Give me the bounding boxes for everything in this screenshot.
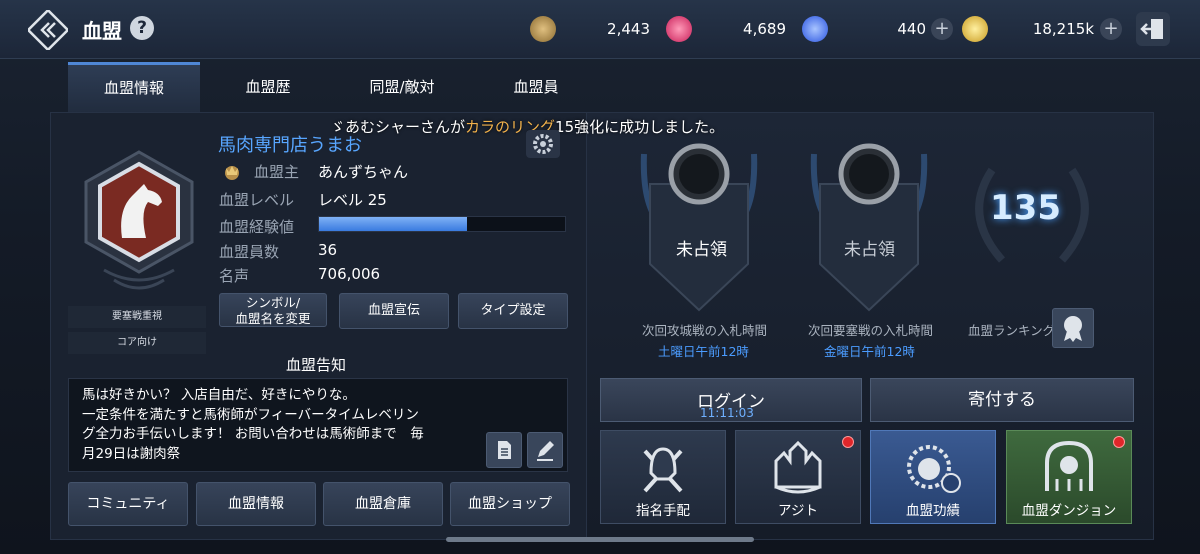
back-arrow-icon: [26, 8, 70, 52]
document-icon: [498, 441, 511, 459]
fortress-status: 未占領: [844, 240, 895, 260]
back-button[interactable]: [26, 8, 70, 52]
members-label: 血盟員数: [219, 243, 280, 261]
tab-clan-history[interactable]: 血盟歴: [202, 62, 334, 110]
settings-button[interactable]: [526, 130, 560, 158]
fortress-caption: 次回要塞戦の入札時間: [808, 323, 934, 338]
exit-door-icon: [1140, 19, 1163, 39]
exit-button[interactable]: [1136, 12, 1170, 46]
clan-tag: コア向け: [68, 332, 206, 354]
clan-info-button[interactable]: 血盟情報: [196, 482, 316, 526]
siege-status: 未占領: [676, 240, 727, 260]
red-gem-count: 4,689: [743, 20, 786, 38]
clan-emblem: [74, 140, 204, 300]
document-button[interactable]: [486, 432, 522, 468]
siege-castle-crest: [640, 134, 758, 312]
promote-button[interactable]: 血盟宣伝: [339, 293, 449, 329]
notification-dot: [1113, 436, 1125, 448]
medal-coin-count: 2,443: [607, 20, 650, 38]
fortress-time: 金曜日午前12時: [824, 344, 915, 359]
login-timer: 11:11:03: [700, 406, 754, 420]
clan-storage-button[interactable]: 血盟倉庫: [323, 482, 443, 526]
donate-button[interactable]: 寄付する: [870, 378, 1134, 422]
announcement-text: 馬は好きかい？ 入店自由だ、好きにやりな。 一定条件を満たすと馬術師がフィーバー…: [82, 387, 424, 462]
siege-caption: 次回攻城戦の入札時間: [642, 323, 768, 338]
helmet-swords-icon: [643, 447, 683, 493]
tab-clan-info[interactable]: 血盟情報: [68, 62, 200, 113]
notification-dot: [842, 436, 854, 448]
ranking-button[interactable]: [1052, 308, 1094, 348]
gold-coin-count: 18,215k: [1032, 20, 1094, 38]
edit-button[interactable]: [527, 432, 563, 468]
ranking-label: 血盟ランキング: [968, 323, 1056, 338]
dungeon-card[interactable]: 血盟ダンジョン: [1006, 430, 1132, 524]
horse-emblem-icon: [84, 150, 194, 290]
page-title: 血盟: [82, 19, 122, 43]
add-gold-button[interactable]: +: [1100, 18, 1122, 40]
type-settings-button[interactable]: タイプ設定: [458, 293, 568, 329]
red-gem-icon: [666, 16, 692, 42]
gear-icon: [533, 134, 553, 154]
add-blue-gem-button[interactable]: +: [931, 18, 953, 40]
ranking-value: 135: [990, 188, 1061, 228]
fame-label: 名声: [219, 267, 250, 285]
clan-name: 馬肉専門店うまお: [218, 135, 362, 156]
fame-value: 706,006: [318, 265, 381, 283]
lion-icon: [907, 445, 961, 493]
leader-label: 血盟主: [254, 163, 300, 181]
community-button[interactable]: コミュニティ: [68, 482, 188, 526]
members-value: 36: [318, 241, 338, 259]
exp-progress-fill: [319, 217, 467, 231]
ribbon-badge-icon: [1064, 316, 1082, 342]
clan-shop-button[interactable]: 血盟ショップ: [450, 482, 570, 526]
hideout-card[interactable]: アジト: [735, 430, 861, 524]
medal-coin-icon: [530, 16, 556, 42]
pencil-icon: [537, 441, 554, 461]
blue-gem-count: 440: [897, 20, 926, 38]
change-symbol-button[interactable]: シンボル/ 血盟名を変更: [219, 293, 327, 327]
help-icon[interactable]: ?: [130, 16, 154, 40]
clan-tag: 要塞戦重視: [68, 306, 206, 328]
gold-coin-icon: [962, 16, 988, 42]
announcement-title: 血盟告知: [286, 356, 347, 374]
wanted-card[interactable]: 指名手配: [600, 430, 726, 524]
achievement-card[interactable]: 血盟功績: [870, 430, 996, 524]
exp-label: 血盟経験値: [219, 218, 295, 236]
siege-time: 土曜日午前12時: [658, 344, 749, 359]
level-label: 血盟レベル: [219, 191, 295, 209]
tab-alliance[interactable]: 同盟/敵対: [336, 62, 468, 110]
exp-progress-bar: [318, 216, 566, 232]
crown-icon: [222, 162, 242, 182]
level-value: レベル 25: [318, 191, 387, 209]
tab-members[interactable]: 血盟員: [470, 62, 602, 110]
fortress-crest: [810, 134, 928, 312]
blue-gem-icon: [802, 16, 828, 42]
leader-value: あんずちゃん: [318, 163, 409, 181]
home-indicator: [446, 537, 754, 542]
